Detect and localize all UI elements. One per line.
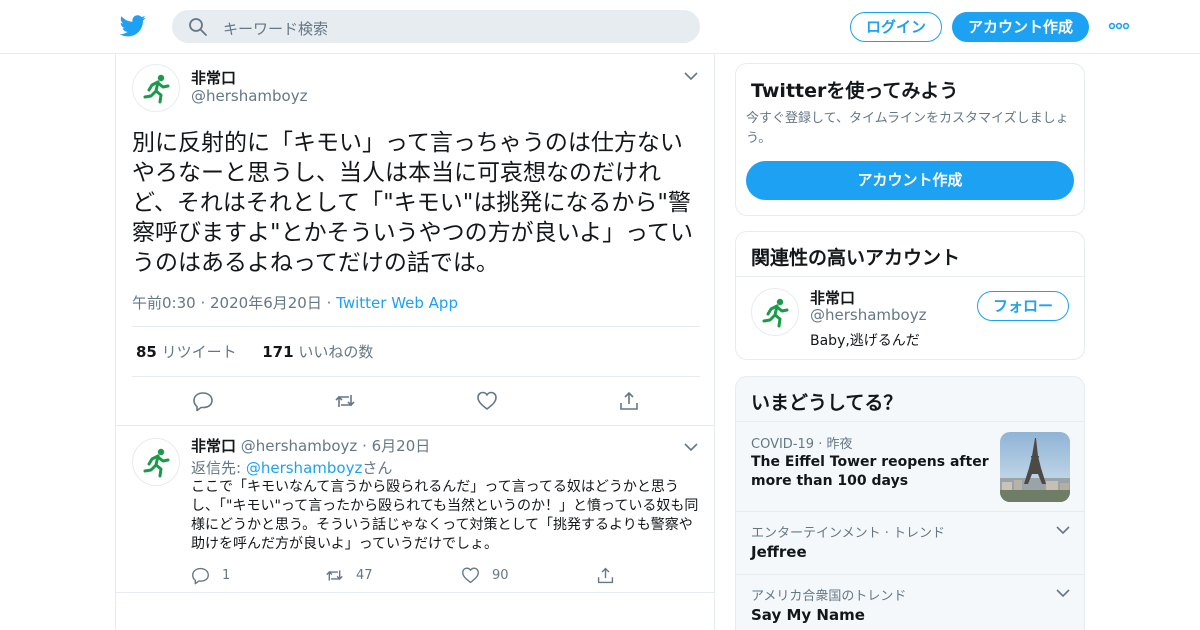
- reply-header: 非常口 @hershamboyz · 6月20日: [191, 435, 430, 456]
- trend-item[interactable]: COVID-19 · 昨夜 The Eiffel Tower reopens a…: [736, 421, 1084, 511]
- like-count: 171: [262, 343, 294, 361]
- signup-card: Twitterを使ってみよう 今すぐ登録して、タイムラインをカスタマイズしましょ…: [735, 63, 1085, 216]
- eiffel-tower-image: [1000, 432, 1070, 502]
- emergency-exit-icon: [143, 448, 170, 478]
- retweet-icon[interactable]: [325, 566, 344, 585]
- related-accounts-title: 関連性の高いアカウント: [751, 247, 961, 269]
- reply-icon[interactable]: [191, 566, 210, 585]
- trend-name: Jeffree: [751, 543, 807, 561]
- retweet-count-link[interactable]: 85 リツイート: [136, 343, 237, 361]
- meta-separator: ·: [326, 294, 337, 312]
- more-icon[interactable]: [1108, 21, 1130, 31]
- tweet-column: 非常口 @hershamboyz 別に反射的に「キモい」って言っちゃうのは仕方な…: [115, 54, 715, 630]
- reply-action-like[interactable]: 90: [461, 566, 509, 585]
- trend-item[interactable]: アメリカ合衆国のトレンド Say My Name: [736, 574, 1084, 630]
- share-icon[interactable]: [618, 390, 640, 412]
- trend-thumbnail: [1000, 432, 1070, 502]
- reply-action-share[interactable]: [596, 566, 615, 585]
- trends-card: いまどうしてる？ COVID-19 · 昨夜 The Eiffel Tower …: [735, 376, 1085, 630]
- reply-like-count: 90: [492, 568, 509, 583]
- retweet-icon[interactable]: [334, 390, 356, 412]
- trend-category-text: COVID-19: [751, 437, 815, 452]
- avatar[interactable]: [132, 64, 180, 112]
- reply-action-retweet[interactable]: 47: [325, 566, 373, 585]
- retweet-count: 85: [136, 343, 157, 361]
- trends-title: いまどうしてる？: [751, 392, 903, 414]
- tweet-date[interactable]: 2020年6月20日: [210, 294, 322, 312]
- like-count-label: いいねの数: [298, 343, 374, 361]
- reply-avatar[interactable]: [132, 438, 180, 486]
- trend-name: Say My Name: [751, 606, 865, 624]
- reply-author-name[interactable]: 非常口: [191, 437, 236, 455]
- trend-headline: The Eiffel Tower reopens after more than…: [751, 454, 989, 489]
- chevron-down-icon[interactable]: [1056, 526, 1070, 535]
- tweet-source[interactable]: Twitter Web App: [336, 294, 458, 312]
- tweet-text: 別に反射的に「キモい」って言っちゃうのは仕方ないやろなーと思うし、当人は本当に可…: [132, 130, 693, 276]
- reply-text: ここで「キモいなんて言うから殴られるんだ」って言ってる奴はどうかと思うし、「"キ…: [191, 479, 699, 552]
- signup-button[interactable]: アカウント作成: [952, 12, 1089, 42]
- search-icon: [189, 18, 207, 36]
- reply-to-line: 返信先: @hershamboyzさん: [191, 457, 392, 478]
- reply-author-handle[interactable]: @hershamboyz: [241, 437, 357, 455]
- retweet-count-label: リツイート: [161, 343, 237, 361]
- search-bar[interactable]: キーワード検索: [172, 10, 700, 43]
- tweet-stats: 85 リツイート 171 いいねの数: [136, 341, 373, 362]
- like-count-link[interactable]: 171 いいねの数: [262, 343, 373, 361]
- trend-category: COVID-19 · 昨夜: [751, 437, 853, 452]
- chevron-down-icon[interactable]: [684, 443, 698, 452]
- divider: [736, 276, 1084, 277]
- divider: [132, 326, 700, 327]
- reply-retweet-count: 47: [356, 568, 373, 583]
- signup-card-description: 今すぐ登録して、タイムラインをカスタマイズしましょう。: [746, 111, 1069, 146]
- share-icon[interactable]: [596, 566, 615, 585]
- meta-separator: ·: [200, 294, 211, 312]
- top-bar: キーワード検索 ログイン アカウント作成: [0, 0, 1200, 54]
- related-accounts-card: 関連性の高いアカウント 非常口 @hershamboyz Baby,逃げるんだ …: [735, 231, 1085, 360]
- reply-to-label: 返信先:: [191, 459, 242, 477]
- emergency-exit-icon: [143, 74, 170, 104]
- tweet-meta: 午前0:30 · 2020年6月20日 · Twitter Web App: [132, 292, 458, 313]
- reply-count: 1: [222, 568, 231, 583]
- related-account-name[interactable]: 非常口: [810, 287, 855, 308]
- tweet-time[interactable]: 午前0:30: [132, 294, 196, 312]
- reply-icon[interactable]: [192, 390, 214, 412]
- chevron-down-icon[interactable]: [684, 72, 698, 81]
- like-heart-icon[interactable]: [461, 566, 480, 585]
- trend-category: アメリカ合衆国のトレンド: [751, 589, 907, 604]
- login-button[interactable]: ログイン: [850, 12, 942, 42]
- reply-action-reply[interactable]: 1: [191, 566, 230, 585]
- trend-category: エンターテインメント · トレンド: [751, 526, 946, 541]
- chevron-down-icon[interactable]: [1056, 589, 1070, 598]
- author-name[interactable]: 非常口: [191, 67, 236, 88]
- signup-card-title: Twitterを使ってみよう: [751, 80, 959, 102]
- reply-to-suffix: さん: [362, 459, 393, 477]
- twitter-bird-icon[interactable]: [120, 14, 146, 38]
- create-account-button[interactable]: アカウント作成: [746, 161, 1074, 200]
- related-account-bio: Baby,逃げるんだ: [810, 333, 920, 349]
- trend-time: 昨夜: [826, 437, 853, 452]
- reply-date[interactable]: 6月20日: [372, 437, 431, 455]
- related-account-handle[interactable]: @hershamboyz: [810, 306, 926, 324]
- trend-item[interactable]: エンターテインメント · トレンド Jeffree: [736, 511, 1084, 574]
- author-handle[interactable]: @hershamboyz: [191, 87, 307, 105]
- emergency-exit-icon: [762, 298, 789, 328]
- reply-tweet[interactable]: 非常口 @hershamboyz · 6月20日 返信先: @hershambo…: [116, 425, 714, 593]
- meta-separator: ·: [362, 437, 367, 455]
- like-heart-icon[interactable]: [476, 390, 498, 412]
- related-account-avatar[interactable]: [751, 288, 799, 336]
- search-input[interactable]: キーワード検索: [223, 18, 328, 39]
- reply-to-handle[interactable]: @hershamboyz: [246, 459, 362, 477]
- divider: [132, 376, 700, 377]
- follow-button[interactable]: フォロー: [977, 291, 1069, 321]
